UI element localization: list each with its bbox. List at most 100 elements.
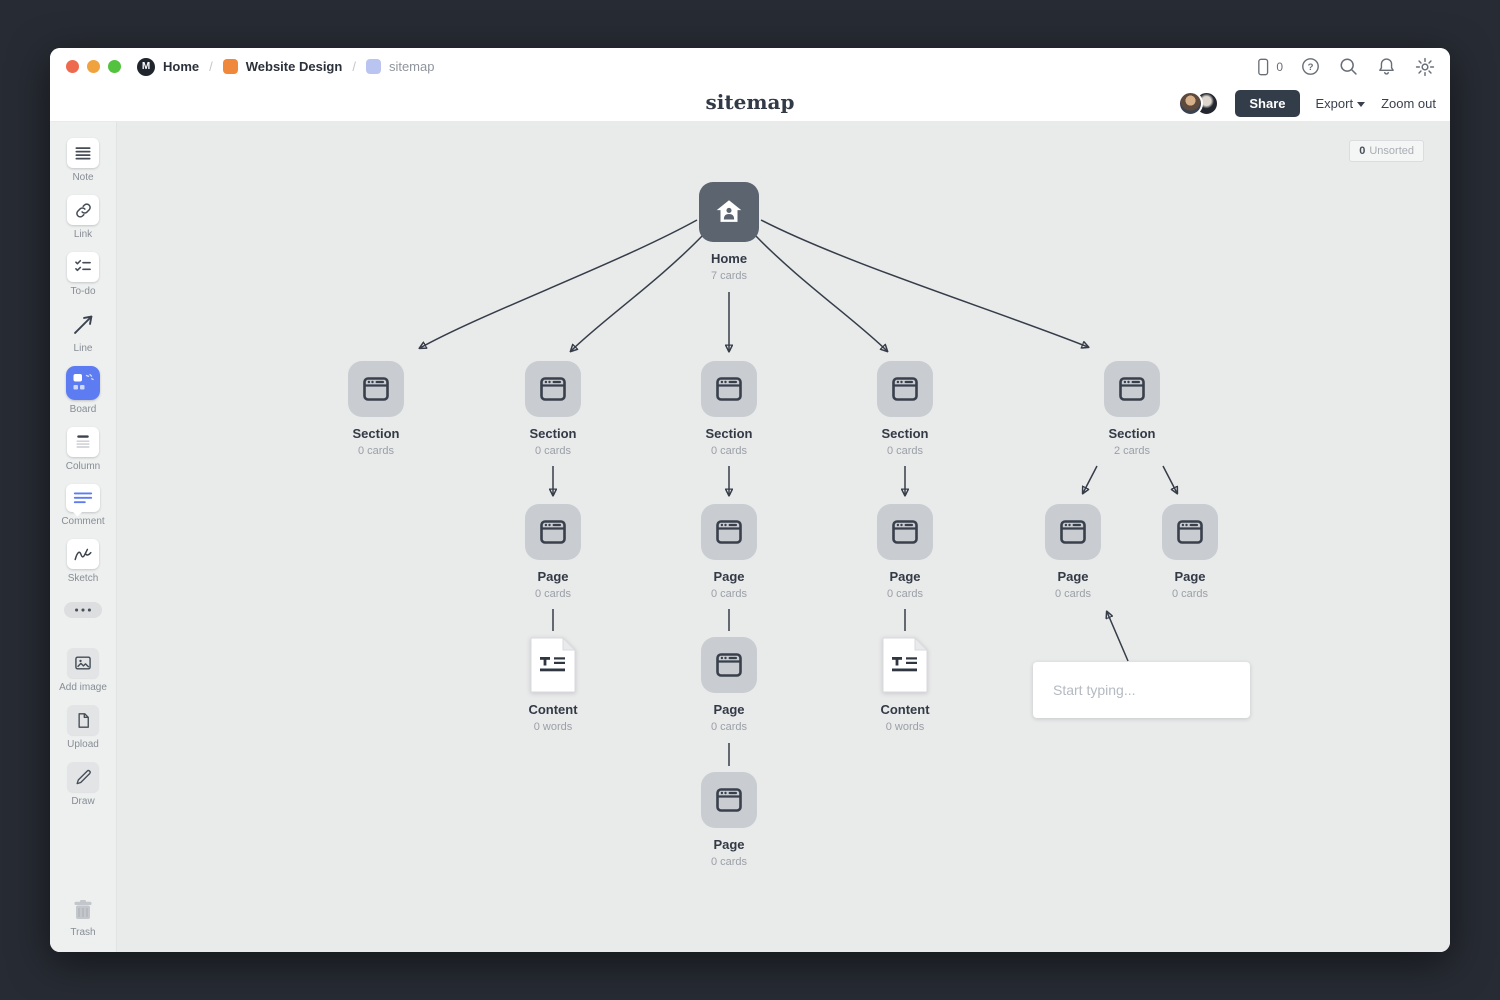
tool-label: Comment <box>61 516 104 527</box>
tool-addimage[interactable]: Add image <box>59 648 107 693</box>
node-section-1[interactable]: Section0 cards <box>301 361 451 457</box>
section-card-icon-box <box>525 361 581 417</box>
unsorted-badge[interactable]: 0Unsorted <box>1349 140 1424 162</box>
node-section-2[interactable]: Section0 cards <box>478 361 628 457</box>
page-card-icon-box <box>877 504 933 560</box>
tool-note[interactable]: Note <box>67 138 99 183</box>
node-sublabel: 0 cards <box>711 588 747 600</box>
node-section-3[interactable]: Section0 cards <box>654 361 804 457</box>
app-logo-icon[interactable]: M <box>137 58 155 76</box>
node-section-5[interactable]: Section2 cards <box>1057 361 1207 457</box>
browser-window-icon <box>1058 517 1088 547</box>
share-button[interactable]: Share <box>1235 90 1299 117</box>
section-card-icon-box <box>701 361 757 417</box>
edge-section-5-page-4[interactable] <box>1083 466 1097 493</box>
breadcrumb-home[interactable]: Home <box>163 59 199 74</box>
node-label: Section <box>882 426 929 441</box>
maximize-window-button[interactable] <box>108 60 121 73</box>
settings-button[interactable] <box>1414 56 1436 78</box>
home-icon <box>712 195 746 229</box>
tool-draw[interactable]: Draw <box>67 762 99 807</box>
notifications-button[interactable] <box>1376 56 1397 77</box>
comment-icon <box>66 484 100 512</box>
section-card-icon-box <box>877 361 933 417</box>
node-sublabel: 0 cards <box>711 856 747 868</box>
tool-board[interactable]: Board <box>66 366 100 415</box>
node-page-5[interactable]: Page0 cards <box>1115 504 1265 600</box>
mobile-preview-button[interactable]: 0 <box>1253 56 1283 78</box>
page-card-icon-box <box>701 504 757 560</box>
node-page-3[interactable]: Page0 cards <box>830 504 980 600</box>
breadcrumb-project[interactable]: Website Design <box>246 59 343 74</box>
node-sublabel: 7 cards <box>711 270 747 282</box>
breadcrumb-board[interactable]: sitemap <box>389 59 435 74</box>
close-window-button[interactable] <box>66 60 79 73</box>
node-label: Page <box>713 702 744 717</box>
text-document-icon <box>530 637 576 693</box>
node-page-7[interactable]: Page 0 cards <box>654 772 804 868</box>
node-section-4[interactable]: Section 0 cards <box>830 361 980 457</box>
node-sublabel: 0 cards <box>1172 588 1208 600</box>
node-page-1[interactable]: Page0 cards <box>478 504 628 600</box>
tool-label: Note <box>72 172 93 183</box>
page-card-icon-box <box>1045 504 1101 560</box>
export-button[interactable]: Export <box>1316 96 1366 111</box>
trash-label: Trash <box>70 927 95 938</box>
zoom-out-button[interactable]: Zoom out <box>1381 96 1436 111</box>
gear-icon <box>1414 56 1436 78</box>
breadcrumb-separator: / <box>209 59 213 74</box>
tool-upload[interactable]: Upload <box>67 705 99 750</box>
node-label: Content <box>528 702 577 717</box>
page-card-icon-box <box>701 772 757 828</box>
tool-comment[interactable]: Comment <box>61 484 104 527</box>
tool-label: Add image <box>59 682 107 693</box>
app-window: M Home / Website Design / sitemap 0 ? <box>50 48 1450 952</box>
browser-window-icon <box>538 517 568 547</box>
document-icon <box>67 705 99 735</box>
node-content-2[interactable]: Content0 words <box>830 637 980 733</box>
node-sublabel: 0 words <box>534 721 573 733</box>
chevron-down-icon <box>1357 102 1365 107</box>
breadcrumb-separator: / <box>352 59 356 74</box>
canvas[interactable]: Home7 cards Section 0 cards Section 0 cards S… <box>117 122 1450 952</box>
node-sublabel: 0 cards <box>887 588 923 600</box>
tool-more[interactable] <box>64 596 102 628</box>
node-label: Page <box>713 837 744 852</box>
edge-textbox-page-4[interactable] <box>1107 612 1128 661</box>
node-sublabel: 0 cards <box>1055 588 1091 600</box>
node-content-1[interactable]: Content 0 words <box>478 637 628 733</box>
browser-window-icon <box>714 650 744 680</box>
tool-column[interactable]: Column <box>66 427 100 472</box>
section-card-icon-box <box>348 361 404 417</box>
tool-link[interactable]: Link <box>67 195 99 240</box>
edge-home-section-5[interactable] <box>761 220 1088 347</box>
trash-button[interactable]: Trash <box>50 896 116 938</box>
node-sublabel: 0 cards <box>711 721 747 733</box>
tool-label: Upload <box>67 739 99 750</box>
tool-label: To-do <box>70 286 95 297</box>
node-label: Content <box>880 702 929 717</box>
browser-window-icon <box>1117 374 1147 404</box>
edge-section-5-page-5[interactable] <box>1163 466 1177 493</box>
tool-line[interactable]: Line <box>67 309 99 354</box>
search-button[interactable] <box>1338 56 1359 77</box>
home-card-icon-box <box>699 182 759 242</box>
node-page-2[interactable]: Page0 cards <box>654 504 804 600</box>
text-card-input[interactable]: Start typing... <box>1033 662 1250 718</box>
node-page-6[interactable]: Page 0 cards <box>654 637 804 733</box>
minimize-window-button[interactable] <box>87 60 100 73</box>
page-card-icon-box <box>701 637 757 693</box>
node-label: Page <box>1057 569 1088 584</box>
node-sublabel: 0 cards <box>887 445 923 457</box>
tool-sketch[interactable]: Sketch <box>67 539 99 584</box>
node-label: Section <box>1109 426 1156 441</box>
node-sublabel: 0 cards <box>535 445 571 457</box>
note-icon <box>67 138 99 168</box>
pencil-icon <box>67 762 99 792</box>
tool-todo[interactable]: To-do <box>67 252 99 297</box>
node-label: Section <box>706 426 753 441</box>
node-home[interactable]: Home7 cards <box>654 182 804 282</box>
help-button[interactable]: ? <box>1300 56 1321 77</box>
node-textbox[interactable]: Start typing... <box>1033 662 1250 718</box>
section-card-icon-box <box>1104 361 1160 417</box>
